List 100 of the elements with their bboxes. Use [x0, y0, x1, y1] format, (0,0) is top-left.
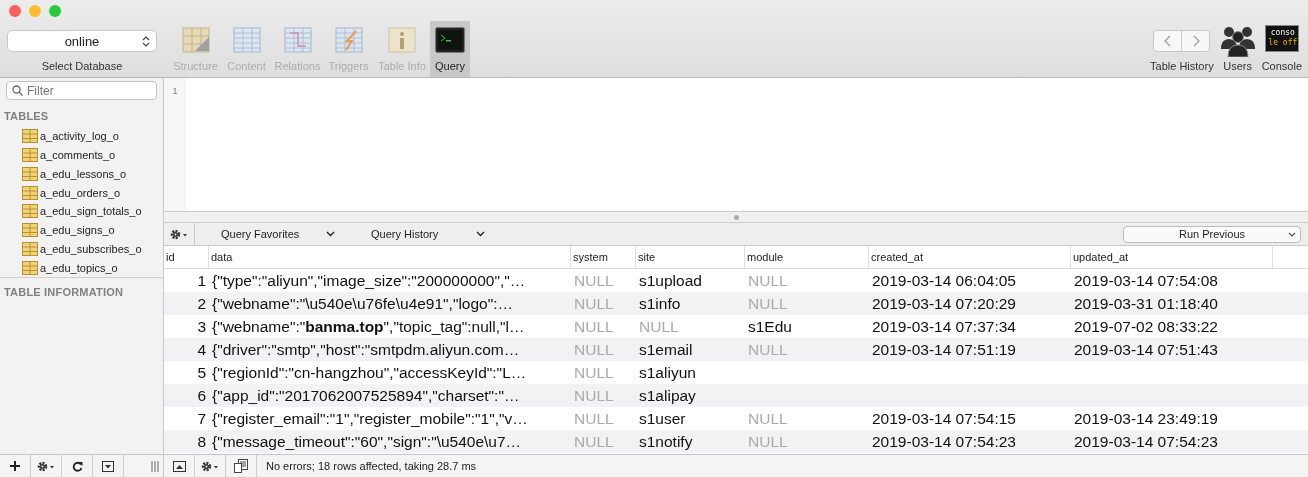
table-cell-text: 2019-03-14 07:54:23: [1073, 432, 1219, 451]
table-cell-text: {"regionId":"cn-hangzhou","accessKeyId":"L…: [211, 363, 528, 382]
table-cell-text: 2019-03-14 06:04:05: [871, 271, 1017, 290]
table-cell-text: NULL: [747, 409, 789, 428]
table-cell-text: s1upload: [638, 271, 703, 290]
column-header[interactable]: id: [164, 246, 209, 268]
table-cell-text: NULL: [573, 317, 615, 336]
table-cell-text: NULL: [747, 271, 789, 290]
table-icon: [22, 241, 38, 256]
table-cell-text: {"register_email":"1","register_mobile":"1","v…: [211, 409, 529, 428]
table-cell-text: 2019-03-14 07:51:43: [1073, 340, 1219, 359]
table-cell-text: 6: [196, 386, 207, 405]
chevron-down-icon: [1288, 231, 1296, 238]
table-cell-text: 5: [196, 363, 207, 382]
database-select[interactable]: online: [7, 30, 157, 52]
settings-icon: [37, 460, 55, 472]
table-item[interactable]: a_edu_topics_o: [22, 258, 163, 277]
table-cell-text: 2019-07-02 08:33:22: [1073, 317, 1219, 336]
users-button[interactable]: Users: [1220, 21, 1255, 77]
table-cell-text: 2019-03-14 07:20:29: [871, 294, 1017, 313]
query-history-dropdown[interactable]: Query History: [365, 228, 495, 240]
table-cell-text: s1info: [638, 294, 682, 313]
table-item[interactable]: a_edu_orders_o: [22, 183, 163, 202]
console-button[interactable]: conso le off Console: [1261, 21, 1302, 77]
table-cell-text: {"webname":"\u540e\u76fe\u4e91","logo":…: [211, 294, 515, 313]
run-previous-button[interactable]: Run Previous: [1123, 225, 1301, 243]
splitter-handle[interactable]: [151, 460, 159, 472]
table-item[interactable]: a_comments_o: [22, 145, 163, 165]
table-icon: [22, 148, 38, 163]
table-cell-text: 7: [196, 409, 207, 428]
documents-icon: [234, 459, 248, 473]
table-cell-text: NULL: [573, 271, 615, 290]
query-editor[interactable]: 1: [164, 78, 1308, 211]
query-favorites-dropdown[interactable]: Query Favorites: [215, 228, 345, 240]
chevron-down-icon: [476, 231, 485, 237]
table-icon: [333, 27, 364, 53]
filter-field[interactable]: Filter: [6, 81, 157, 100]
table-cell-text: NULL: [573, 363, 615, 382]
plus-icon: [10, 461, 20, 471]
line-number: 1: [172, 86, 178, 96]
table-icon: [22, 166, 38, 181]
users-icon: [1220, 25, 1255, 57]
table-item[interactable]: a_edu_sign_totals_o: [22, 202, 163, 221]
column-header[interactable]: updated_at: [1071, 246, 1273, 268]
table-cell-text: s1aliyun: [638, 363, 697, 382]
status-message: No errors; 18 rows affected, taking 28.7 ms: [265, 460, 477, 472]
table-cell-text: NULL: [573, 432, 615, 451]
table-cell-text: 2019-03-14 07:54:15: [871, 409, 1017, 428]
table-cell-text: 2019-03-14 23:49:19: [1073, 409, 1219, 428]
terminal-icon: [435, 27, 465, 53]
image-icon: [172, 460, 186, 472]
settings-icon: [170, 228, 188, 240]
table-cell-text: s1Edu: [747, 317, 793, 336]
toolbar-tab[interactable]: Query: [430, 21, 470, 77]
table-cell-text: NULL: [747, 294, 789, 313]
table-history-label: Table History: [1150, 60, 1214, 72]
table-cell-text: NULL: [573, 340, 615, 359]
column-header[interactable]: system: [571, 246, 636, 268]
table-cell-text: NULL: [573, 409, 615, 428]
table-cell-text: s1alipay: [638, 386, 697, 405]
refresh-icon: [71, 460, 83, 472]
table-cell-text: NULL: [573, 386, 615, 405]
table-icon: [22, 204, 38, 219]
table-icon: [282, 27, 313, 53]
column-header[interactable]: created_at: [869, 246, 1071, 268]
stepper-icon: [142, 35, 150, 48]
table-cell-text: 2019-03-31 01:18:40: [1073, 294, 1219, 313]
close-button[interactable]: [9, 5, 21, 17]
table-cell-text: {"app_id":"2017062007525894","charset":"…: [211, 386, 521, 405]
table-cell-text: {"type":"aliyun","image_size":"200000000","…: [211, 271, 527, 290]
table-item[interactable]: a_edu_subscribes_o: [22, 239, 163, 259]
splitter-handle[interactable]: [733, 214, 739, 220]
column-header[interactable]: site: [636, 246, 745, 268]
table-cell-text: s1notify: [638, 432, 694, 451]
table-icon: [22, 129, 38, 144]
table-cell-text: s1email: [638, 340, 694, 359]
table-cell-text: 1: [196, 271, 207, 290]
table-item[interactable]: a_edu_signs_o: [22, 220, 163, 240]
info-icon: [387, 27, 417, 53]
search-icon: [12, 85, 23, 96]
table-icon: [22, 223, 38, 238]
column-header[interactable]: module: [745, 246, 869, 268]
table-cell-text: 8: [196, 432, 207, 451]
table-icon: [180, 27, 211, 53]
table-cell-text: 2019-03-14 07:51:19: [871, 340, 1017, 359]
section-heading: TABLE INFORMATION: [0, 277, 163, 300]
section-heading: TABLES: [3, 109, 50, 124]
table-cell-text: 2019-03-14 07:54:08: [1073, 271, 1219, 290]
chevron-down-icon: [326, 231, 335, 237]
table-cell-text: 3: [196, 317, 207, 336]
column-header[interactable]: data: [209, 246, 571, 268]
table-cell-text: 2019-03-14 07:37:34: [871, 317, 1017, 336]
table-item[interactable]: a_edu_lessons_o: [22, 164, 163, 184]
settings-icon: [201, 460, 219, 472]
table-item[interactable]: a_activity_log_o: [22, 127, 163, 146]
table-cell-text: {"driver":"smtp","host":"smtpdm.aliyun.com…: [211, 340, 521, 359]
table-cell-text: {"message_timeout":"60","sign":"\u540e\u7…: [211, 432, 523, 451]
table-cell-text: NULL: [573, 294, 615, 313]
table-icon: [22, 260, 38, 275]
table-cell-text: NULL: [747, 432, 789, 451]
